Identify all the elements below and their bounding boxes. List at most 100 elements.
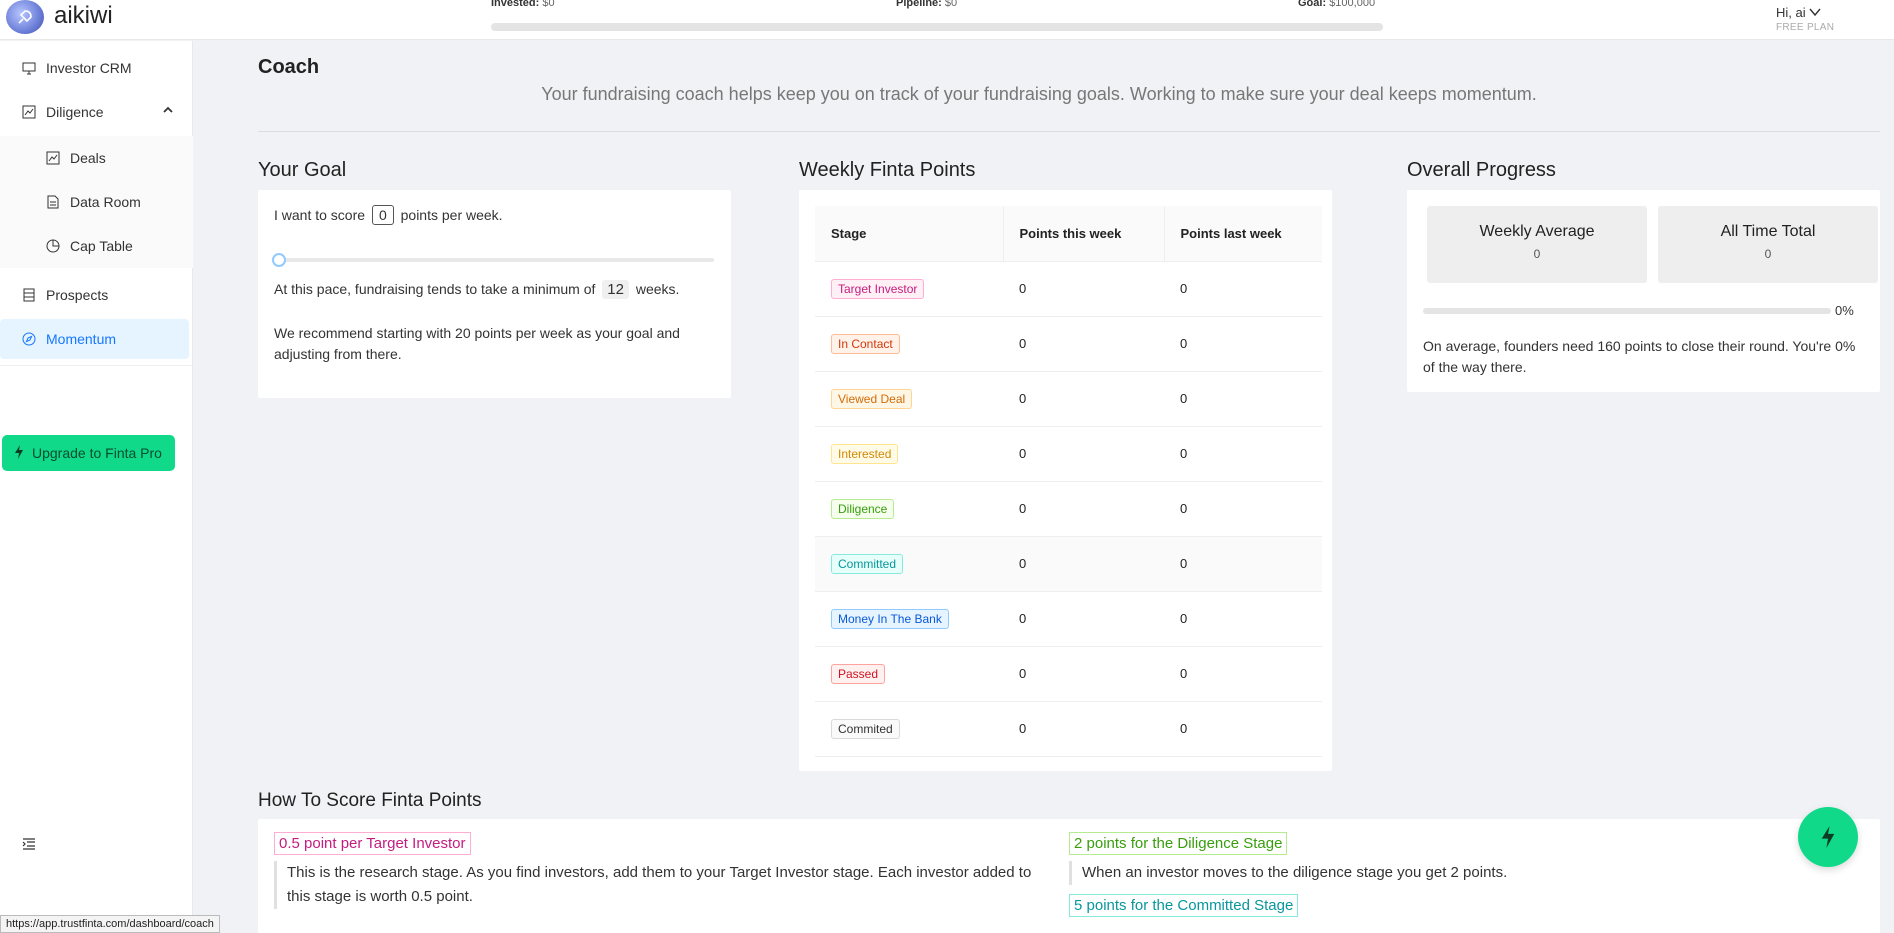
scoring-rule-tag: 2 points for the Diligence Stage <box>1069 832 1288 855</box>
upgrade-button[interactable]: Upgrade to Finta Pro <box>2 435 175 471</box>
goal-stat: Goal: $100,000 <box>1298 0 1375 9</box>
points-per-week-input[interactable]: 0 <box>371 205 394 225</box>
fundraise-progress-bar <box>491 23 1383 31</box>
compass-icon <box>22 332 36 346</box>
invested-stat: Invested: $0 <box>491 0 555 9</box>
sidebar-item-diligence[interactable]: Diligence <box>0 92 193 132</box>
pipeline-value: $0 <box>944 0 958 9</box>
collapse-menu-icon[interactable] <box>22 837 36 855</box>
sidebar-item-label: Momentum <box>46 331 117 347</box>
list-icon <box>22 288 36 302</box>
overall-progress-text: On average, founders need 160 points to … <box>1423 338 1856 375</box>
weekly-average-value: 0 <box>1533 247 1541 261</box>
column-header: Points this week <box>1002 206 1164 262</box>
stage-cell: Viewed Deal <box>815 371 1003 427</box>
points-this-week-cell: 0 <box>1003 701 1164 757</box>
stage-tag: Target Investor <box>831 278 925 299</box>
weeks-value: 12 <box>602 280 629 299</box>
status-url-bar: https://app.trustfinta.com/dashboard/coa… <box>0 915 220 933</box>
table-row: Target Investor 0 0 <box>815 261 1322 317</box>
goal-points-line: I want to score 0 points per week. <box>274 205 503 225</box>
sidebar-item-label: Data Room <box>70 194 141 210</box>
invested-value: $0 <box>542 0 555 9</box>
overall-card: Weekly Average 0 All Time Total 0 0% On … <box>1407 190 1880 392</box>
stage-tag: In Contact <box>831 333 900 354</box>
points-last-week-cell: 0 <box>1164 481 1322 537</box>
points-this-week-cell: 0 <box>1003 591 1164 647</box>
table-row: In Contact 0 0 <box>815 316 1322 372</box>
goal-line-prefix: I want to score <box>274 207 366 223</box>
points-this-week-cell: 0 <box>1003 481 1164 537</box>
pipeline-stat: Pipeline: $0 <box>896 0 957 9</box>
top-header: aikiwi Invested: $0 Pipeline: $0 Goal: $… <box>0 0 1894 40</box>
points-last-week-cell: 0 <box>1164 591 1322 647</box>
weekly-points-table: Stage Points this week Points last week … <box>815 206 1322 757</box>
stage-tag: Passed <box>831 663 886 684</box>
sidebar-item-deals[interactable]: Deals <box>0 136 193 180</box>
table-header-row: Stage Points this week Points last week <box>815 206 1322 262</box>
column-header: Stage <box>815 206 1003 262</box>
chevron-up-icon[interactable] <box>163 106 173 114</box>
lightning-fab-button[interactable] <box>1798 807 1858 867</box>
table-row: Money In The Bank 0 0 <box>815 591 1322 647</box>
points-this-week-cell: 0 <box>1003 261 1164 317</box>
sidebar-item-prospects[interactable]: Prospects <box>0 275 193 315</box>
table-row: Passed 0 0 <box>815 646 1322 702</box>
main-content: Coach Your fundraising coach helps keep … <box>194 41 1894 933</box>
scoring-card: 0.5 point per Target Investor This is th… <box>258 819 1880 933</box>
stage-tag: Viewed Deal <box>831 388 913 409</box>
pipeline-label: Pipeline: <box>896 0 942 9</box>
goal-slider-handle[interactable] <box>272 253 286 267</box>
sidebar-item-momentum[interactable]: Momentum <box>0 319 189 359</box>
sidebar-item-label: Deals <box>70 150 106 166</box>
column-header: Points last week <box>1163 206 1322 262</box>
stage-tag: Diligence <box>831 498 895 519</box>
brand-logo[interactable] <box>6 0 44 34</box>
sidebar-item-label: Prospects <box>46 287 109 303</box>
sidebar: Investor CRM Diligence Deals Data Room C… <box>0 41 193 933</box>
sidebar-item-label: Diligence <box>46 104 104 120</box>
stage-cell: Committed <box>815 536 1003 592</box>
stage-cell: Commited <box>815 701 1003 757</box>
pie-icon <box>46 239 60 253</box>
scoring-section-title: How To Score Finta Points <box>258 790 482 811</box>
sidebar-item-cap-table[interactable]: Cap Table <box>0 224 193 268</box>
goal-line-suffix: points per week. <box>400 207 503 223</box>
weekly-section-title: Weekly Finta Points <box>799 159 976 181</box>
stage-tag: Money In The Bank <box>831 608 949 629</box>
chevron-down-icon <box>1809 8 1821 17</box>
sidebar-item-data-room[interactable]: Data Room <box>0 180 193 224</box>
pace-line: At this pace, fundraising tends to take … <box>274 280 679 299</box>
invested-label: Invested: <box>491 0 540 9</box>
plan-label: FREE PLAN <box>1776 22 1835 33</box>
stage-cell: Diligence <box>815 481 1003 537</box>
table-row: Commited 0 0 <box>815 701 1322 757</box>
monitor-icon <box>22 61 36 75</box>
table-row: Viewed Deal 0 0 <box>815 371 1322 427</box>
sidebar-divider <box>0 365 193 366</box>
user-greeting: Hi, ai <box>1776 5 1806 20</box>
user-menu[interactable]: Hi, ai <box>1776 5 1821 20</box>
overall-section-title: Overall Progress <box>1407 159 1556 181</box>
file-icon <box>46 195 60 209</box>
upgrade-label: Upgrade to Finta Pro <box>32 445 162 461</box>
points-this-week-cell: 0 <box>1003 371 1164 427</box>
stage-cell: In Contact <box>815 316 1003 372</box>
sidebar-item-investor-crm[interactable]: Investor CRM <box>0 48 193 88</box>
lightning-icon <box>14 444 24 462</box>
points-last-week-cell: 0 <box>1164 426 1322 482</box>
chart-icon <box>46 151 60 165</box>
goal-slider-track[interactable] <box>278 258 714 262</box>
stage-cell: Passed <box>815 646 1003 702</box>
points-this-week-cell: 0 <box>1003 316 1164 372</box>
scoring-rule-tag: 0.5 point per Target Investor <box>274 832 471 855</box>
brand-name: aikiwi <box>54 2 113 29</box>
scoring-rule-desc: When an investor moves to the diligence … <box>1069 861 1839 885</box>
stage-cell: Interested <box>815 426 1003 482</box>
points-this-week-cell: 0 <box>1003 536 1164 592</box>
chart-icon <box>22 105 36 119</box>
overall-progress-percent: 0% <box>1835 303 1854 318</box>
pace-prefix: At this pace, fundraising tends to take … <box>274 281 596 297</box>
stage-tag: Commited <box>831 718 900 739</box>
sidebar-item-label: Cap Table <box>70 238 133 254</box>
